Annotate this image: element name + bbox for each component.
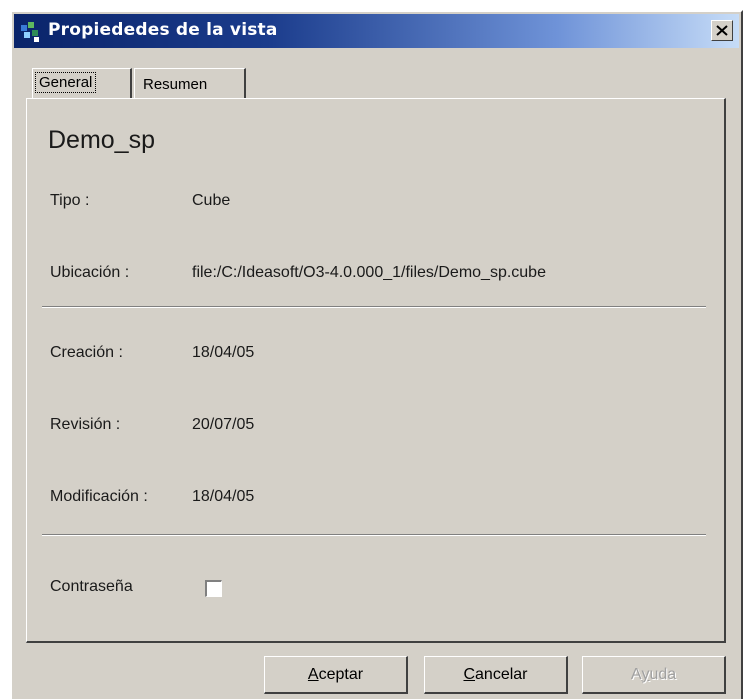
aceptar-button[interactable]: Aceptar — [264, 656, 408, 694]
window-title: Propiededes de la vista — [48, 20, 278, 40]
tab-resumen[interactable]: Resumen — [134, 68, 246, 98]
contrasena-checkbox[interactable] — [205, 580, 222, 597]
ayuda-button: Ay uda — [582, 656, 726, 694]
close-button[interactable] — [711, 20, 733, 41]
general-panel — [26, 98, 726, 643]
cancelar-mnemonic: C — [463, 665, 476, 683]
cancelar-label: ancelar — [475, 665, 528, 683]
tab-general-label: General — [35, 72, 97, 93]
contrasena-label: Contraseña — [50, 578, 133, 595]
ayuda-label: uda — [649, 665, 677, 683]
separator-top — [42, 306, 706, 308]
close-icon — [716, 25, 728, 36]
revision-label: Revisión : — [50, 416, 121, 433]
revision-value: 20/07/05 — [192, 416, 255, 433]
ayuda-mnemonic: y — [641, 665, 650, 683]
ayuda-label-pre: A — [630, 665, 642, 683]
tipo-label: Tipo : — [50, 192, 90, 209]
view-name: Demo_sp — [48, 126, 155, 154]
tipo-value: Cube — [192, 192, 231, 209]
tab-general[interactable]: General — [32, 68, 132, 98]
properties-dialog: Propiededes de la vista General Resumen … — [10, 10, 743, 699]
aceptar-mnemonic: A — [307, 665, 319, 683]
cancelar-button[interactable]: Cancelar — [424, 656, 568, 694]
ubicacion-value: file:/C:/Ideasoft/O3-4.0.000_1/files/Dem… — [192, 264, 546, 281]
creacion-value: 18/04/05 — [192, 344, 255, 361]
aceptar-label: ceptar — [318, 665, 364, 683]
modificacion-label: Modificación : — [50, 488, 148, 505]
tab-resumen-label: Resumen — [143, 76, 208, 93]
creacion-label: Creación : — [50, 344, 123, 361]
modificacion-value: 18/04/05 — [192, 488, 255, 505]
separator-bottom — [42, 534, 706, 536]
app-icon — [21, 22, 39, 42]
title-bar[interactable]: Propiededes de la vista — [14, 14, 739, 48]
ubicacion-label: Ubicación : — [50, 264, 130, 281]
